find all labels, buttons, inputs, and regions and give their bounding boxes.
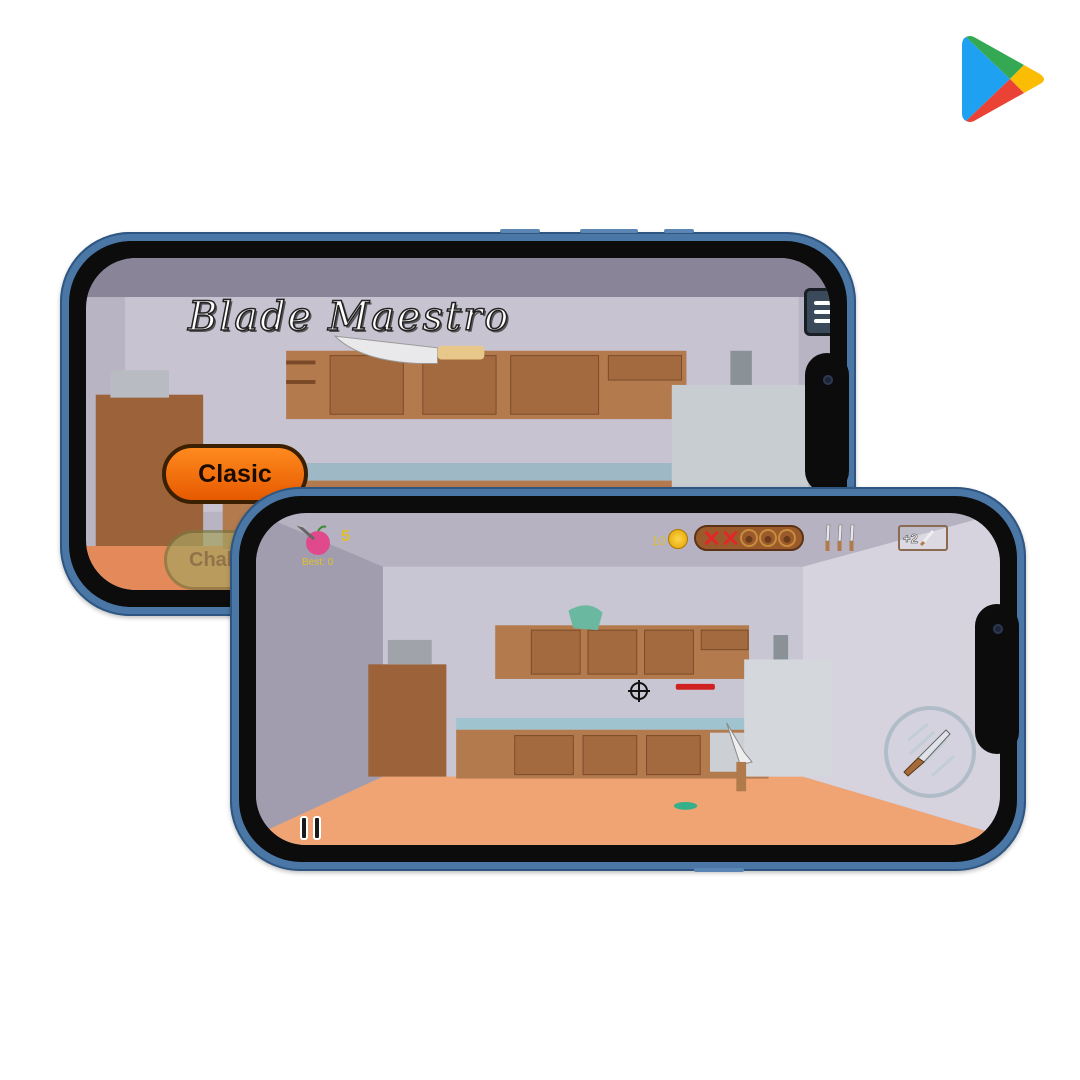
knife-icon: [903, 722, 956, 778]
game-title: Blade Maestro: [187, 293, 511, 341]
bonus-knife-icon: [919, 530, 934, 547]
phone-game-screen: 5 Best: 0 10 +2: [230, 487, 1026, 872]
bonus-value: +2: [903, 530, 918, 546]
notch: [805, 353, 849, 493]
side-button: [694, 868, 744, 872]
life-remaining-icon: [739, 529, 758, 547]
life-lost-icon: [702, 529, 720, 547]
coin-count: 10: [652, 534, 666, 548]
google-play-icon: [962, 36, 1044, 122]
game-screen: 5 Best: 0 10 +2: [256, 513, 1000, 845]
knife-throw-icon[interactable]: [884, 706, 976, 798]
life-remaining-icon: [777, 529, 796, 547]
knives-remaining-icon: [825, 524, 855, 551]
lives-bar: [694, 525, 804, 551]
side-button: [580, 229, 638, 233]
coin-icon: [668, 529, 688, 549]
side-button: [500, 229, 540, 233]
front-camera: [993, 624, 1003, 634]
life-remaining-icon: [758, 529, 777, 547]
hamburger-menu-icon[interactable]: [804, 288, 830, 336]
pause-icon[interactable]: [300, 816, 326, 842]
phone-bezel: 5 Best: 0 10 +2: [239, 496, 1019, 862]
life-lost-icon: [721, 529, 739, 547]
side-button: [664, 229, 694, 233]
front-camera: [823, 375, 833, 385]
bonus-knife-badge: +2: [898, 525, 948, 551]
score-value: 5: [341, 528, 350, 545]
best-score: Best: 0: [302, 557, 334, 568]
apple-target-icon: [297, 523, 330, 555]
crosshair-icon: [628, 680, 650, 702]
kitchen-scene: [256, 513, 1000, 845]
